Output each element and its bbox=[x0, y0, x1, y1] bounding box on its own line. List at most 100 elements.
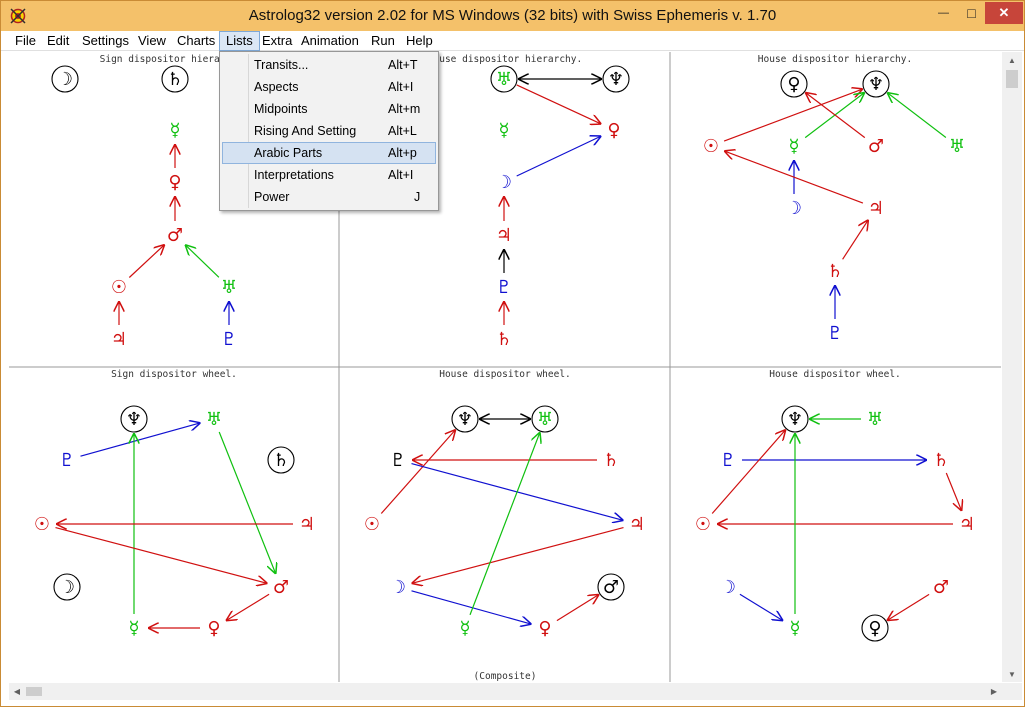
link-mars-to-venus bbox=[226, 593, 270, 620]
pluto-icon: ♇ bbox=[59, 450, 75, 471]
uranus-icon: ♅ bbox=[206, 409, 222, 430]
menu-item-power[interactable]: Power J bbox=[222, 186, 436, 208]
venus-icon: ♀ bbox=[168, 172, 181, 193]
maximize-button[interactable]: □ bbox=[958, 2, 985, 24]
menu-item-interpretations[interactable]: Interpretations Alt+I bbox=[222, 164, 436, 186]
menu-edit[interactable]: Edit bbox=[41, 31, 75, 51]
menu-lists[interactable]: Lists bbox=[219, 31, 260, 51]
saturn-icon: ♄ bbox=[167, 69, 183, 90]
venus-icon: ♀ bbox=[787, 74, 800, 95]
neptune-icon: ♆ bbox=[608, 69, 624, 90]
menu-view[interactable]: View bbox=[132, 31, 172, 51]
saturn-icon: ♄ bbox=[933, 450, 949, 471]
moon-icon: ☽ bbox=[390, 577, 406, 598]
mercury-icon: ☿ bbox=[788, 136, 799, 157]
sun-icon: ☉ bbox=[111, 277, 127, 298]
neptune-icon: ♆ bbox=[457, 409, 473, 430]
link-sun-to-neptune bbox=[711, 430, 786, 514]
window-title: Astrolog32 version 2.02 for MS Windows (… bbox=[248, 7, 777, 24]
menu-item-rising-and-setting[interactable]: Rising And Setting Alt+L bbox=[222, 120, 436, 142]
pluto-icon: ♇ bbox=[496, 277, 512, 298]
menu-item-shortcut: Alt+m bbox=[388, 102, 421, 116]
menu-item-shortcut: Alt+I bbox=[388, 168, 414, 182]
minimize-button[interactable]: — bbox=[929, 2, 958, 24]
sun-icon: ☉ bbox=[695, 514, 711, 535]
moon-icon: ☽ bbox=[59, 577, 75, 598]
sun-icon: ☉ bbox=[703, 136, 719, 157]
menu-item-aspects[interactable]: Aspects Alt+I bbox=[222, 76, 436, 98]
horizontal-scroll-thumb[interactable] bbox=[26, 687, 42, 696]
caption-house-wheel-1: House dispositor wheel. bbox=[439, 369, 571, 380]
menu-item-shortcut: Alt+T bbox=[388, 58, 418, 72]
scroll-right-arrow-icon[interactable]: ▶ bbox=[986, 683, 1002, 700]
close-icon: ✕ bbox=[998, 5, 1010, 20]
menu-bar: File Edit Settings View Charts Lists Ext… bbox=[1, 31, 1024, 51]
chart-canvas[interactable]: Sign dispositor hierarchy. House disposi… bbox=[9, 52, 1001, 682]
sun-icon: ☉ bbox=[34, 514, 50, 535]
menu-item-label: Arabic Parts bbox=[254, 146, 323, 160]
saturn-icon: ♄ bbox=[603, 450, 619, 471]
minimize-icon: — bbox=[938, 7, 949, 19]
link-uranus-to-mars bbox=[185, 245, 220, 278]
pluto-icon: ♇ bbox=[390, 450, 406, 471]
menu-charts[interactable]: Charts bbox=[171, 31, 221, 51]
jupiter-icon: ♃ bbox=[111, 329, 127, 350]
menu-settings[interactable]: Settings bbox=[76, 31, 135, 51]
maximize-icon: □ bbox=[967, 5, 976, 21]
scroll-up-arrow-icon[interactable]: ▲ bbox=[1002, 52, 1022, 68]
menu-run[interactable]: Run bbox=[365, 31, 401, 51]
saturn-icon: ♄ bbox=[496, 329, 512, 350]
close-button[interactable]: ✕ bbox=[985, 2, 1023, 24]
jupiter-icon: ♃ bbox=[299, 514, 315, 535]
mars-icon: ♂ bbox=[603, 577, 619, 598]
menu-item-label: Midpoints bbox=[254, 102, 308, 116]
saturn-icon: ♄ bbox=[273, 450, 289, 471]
link-uranus-to-mars bbox=[218, 431, 276, 574]
menu-file[interactable]: File bbox=[9, 31, 42, 51]
neptune-icon: ♆ bbox=[787, 409, 803, 430]
venus-icon: ♀ bbox=[207, 618, 220, 639]
menu-animation[interactable]: Animation bbox=[295, 31, 365, 51]
vertical-scroll-thumb[interactable] bbox=[1006, 70, 1018, 88]
saturn-icon: ♄ bbox=[827, 261, 843, 282]
caption-sign-wheel: Sign dispositor wheel. bbox=[111, 369, 237, 380]
moon-icon: ☽ bbox=[786, 198, 802, 219]
app-window: Astrolog32 version 2.02 for MS Windows (… bbox=[0, 0, 1025, 707]
dispositor-charts: Sign dispositor hierarchy. House disposi… bbox=[9, 52, 1001, 682]
link-uranus-to-neptune bbox=[887, 93, 947, 138]
mars-icon: ♂ bbox=[933, 577, 949, 598]
sun-icon: ☉ bbox=[364, 514, 380, 535]
venus-icon: ♀ bbox=[607, 120, 620, 141]
menu-item-label: Power bbox=[254, 190, 290, 204]
scroll-left-arrow-icon[interactable]: ◀ bbox=[9, 683, 25, 700]
menu-item-shortcut: J bbox=[414, 190, 421, 204]
link-uranus-to-venus bbox=[516, 84, 602, 124]
link-sun-to-mars bbox=[128, 245, 164, 278]
menu-item-shortcut: Alt+I bbox=[388, 80, 414, 94]
link-venus-to-mars bbox=[556, 594, 599, 622]
vertical-scrollbar[interactable]: ▲ ▼ bbox=[1002, 52, 1022, 682]
jupiter-icon: ♃ bbox=[629, 514, 645, 535]
jupiter-icon: ♃ bbox=[959, 514, 975, 535]
scroll-down-arrow-icon[interactable]: ▼ bbox=[1002, 666, 1022, 682]
panel-house-wheel-2: ♆ ♅ ♇ ♄ ☉ ♃ ☽ ♂ ☿ ♀ bbox=[695, 405, 975, 642]
link-mars-to-venus bbox=[887, 593, 930, 620]
link-saturn-to-jupiter bbox=[945, 472, 961, 511]
lists-dropdown-menu: Transits... Alt+T Aspects Alt+I Midpoint… bbox=[219, 51, 439, 211]
pluto-icon: ♇ bbox=[720, 450, 736, 471]
moon-icon: ☽ bbox=[57, 69, 73, 90]
menu-item-transits[interactable]: Transits... Alt+T bbox=[222, 54, 436, 76]
jupiter-icon: ♃ bbox=[496, 225, 512, 246]
caption-house-hierarchy-2: House dispositor hierarchy. bbox=[758, 54, 912, 65]
menu-extra[interactable]: Extra bbox=[256, 31, 298, 51]
menu-item-midpoints[interactable]: Midpoints Alt+m bbox=[222, 98, 436, 120]
uranus-icon: ♅ bbox=[949, 136, 965, 157]
moon-icon: ☽ bbox=[720, 577, 736, 598]
menu-help[interactable]: Help bbox=[400, 31, 439, 51]
horizontal-scrollbar[interactable]: ◀ ▶ bbox=[9, 683, 1002, 700]
menu-item-arabic-parts[interactable]: Arabic Parts Alt+p bbox=[222, 142, 436, 164]
uranus-icon: ♅ bbox=[537, 409, 553, 430]
title-bar[interactable]: Astrolog32 version 2.02 for MS Windows (… bbox=[1, 1, 1024, 31]
link-moon-to-venus bbox=[411, 590, 532, 624]
mars-icon: ♂ bbox=[167, 225, 183, 246]
